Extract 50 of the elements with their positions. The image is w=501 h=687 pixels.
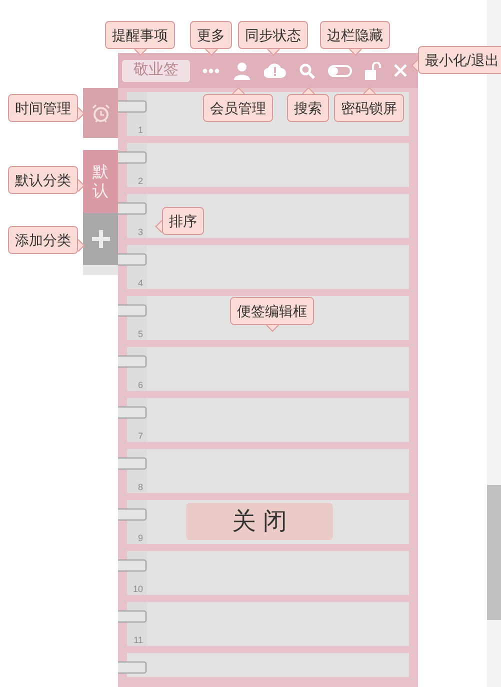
line-number: 5: [138, 329, 143, 339]
user-icon[interactable]: [233, 62, 251, 80]
binder-ring-icon: [118, 100, 147, 113]
sidebar-footer: [83, 265, 118, 275]
binder-ring-icon: [118, 355, 147, 368]
binder-ring-icon: [118, 559, 147, 572]
unlocked-padlock-icon[interactable]: [365, 62, 381, 80]
search-icon[interactable]: [299, 62, 315, 78]
annotation-tooltip: 添加分类: [8, 226, 78, 254]
category-tab[interactable]: 默认: [83, 150, 118, 213]
line-number: 7: [138, 431, 143, 441]
annotation-tooltip: 密码锁屏: [334, 94, 404, 122]
binder-ring-icon: [118, 304, 147, 317]
close-button[interactable]: 关 闭: [186, 503, 333, 540]
line-number: 9: [138, 533, 143, 543]
close-icon[interactable]: [394, 64, 407, 77]
line-number: 3: [138, 227, 143, 237]
line-number: 8: [138, 482, 143, 492]
annotation-tooltip: 时间管理: [8, 94, 78, 122]
annotation-tooltip: 便签编辑框: [230, 297, 314, 325]
note-editor[interactable]: [118, 653, 409, 677]
line-number: 4: [138, 278, 143, 288]
annotation-tooltip: 会员管理: [203, 94, 273, 122]
scrollbar-thumb[interactable]: [487, 485, 501, 620]
line-number: 11: [134, 635, 143, 645]
annotation-tooltip: 排序: [162, 207, 204, 235]
annotation-tooltip: 更多: [190, 21, 232, 49]
annotation-tooltip: 默认分类: [8, 166, 78, 194]
annotation-tooltip: 搜索: [287, 94, 329, 122]
app-title: 敬业签: [122, 60, 190, 82]
cloud-warning-icon[interactable]: [264, 63, 286, 78]
annotation-tooltip: 同步状态: [238, 21, 308, 49]
line-number: 6: [138, 380, 143, 390]
annotation-tooltip: 最小化/退出: [418, 46, 501, 74]
binder-ring-icon: [118, 406, 147, 419]
plus-icon[interactable]: [92, 230, 110, 248]
line-number: 1: [138, 125, 143, 135]
binder-ring-icon: [118, 508, 147, 521]
binder-ring-icon: [118, 151, 147, 164]
more-icon[interactable]: [202, 68, 220, 74]
toggle-icon[interactable]: [328, 64, 352, 76]
time-management-tab[interactable]: [83, 88, 118, 138]
annotation-tooltip: 提醒事项: [105, 21, 175, 49]
binder-ring-icon: [118, 661, 147, 674]
binder-ring-icon: [118, 457, 147, 470]
binder-ring-icon: [118, 610, 147, 623]
line-number: 2: [138, 176, 143, 186]
alarm-clock-icon: [92, 104, 110, 122]
line-number: 10: [132, 584, 143, 594]
annotation-tooltip: 边栏隐藏: [320, 21, 390, 49]
